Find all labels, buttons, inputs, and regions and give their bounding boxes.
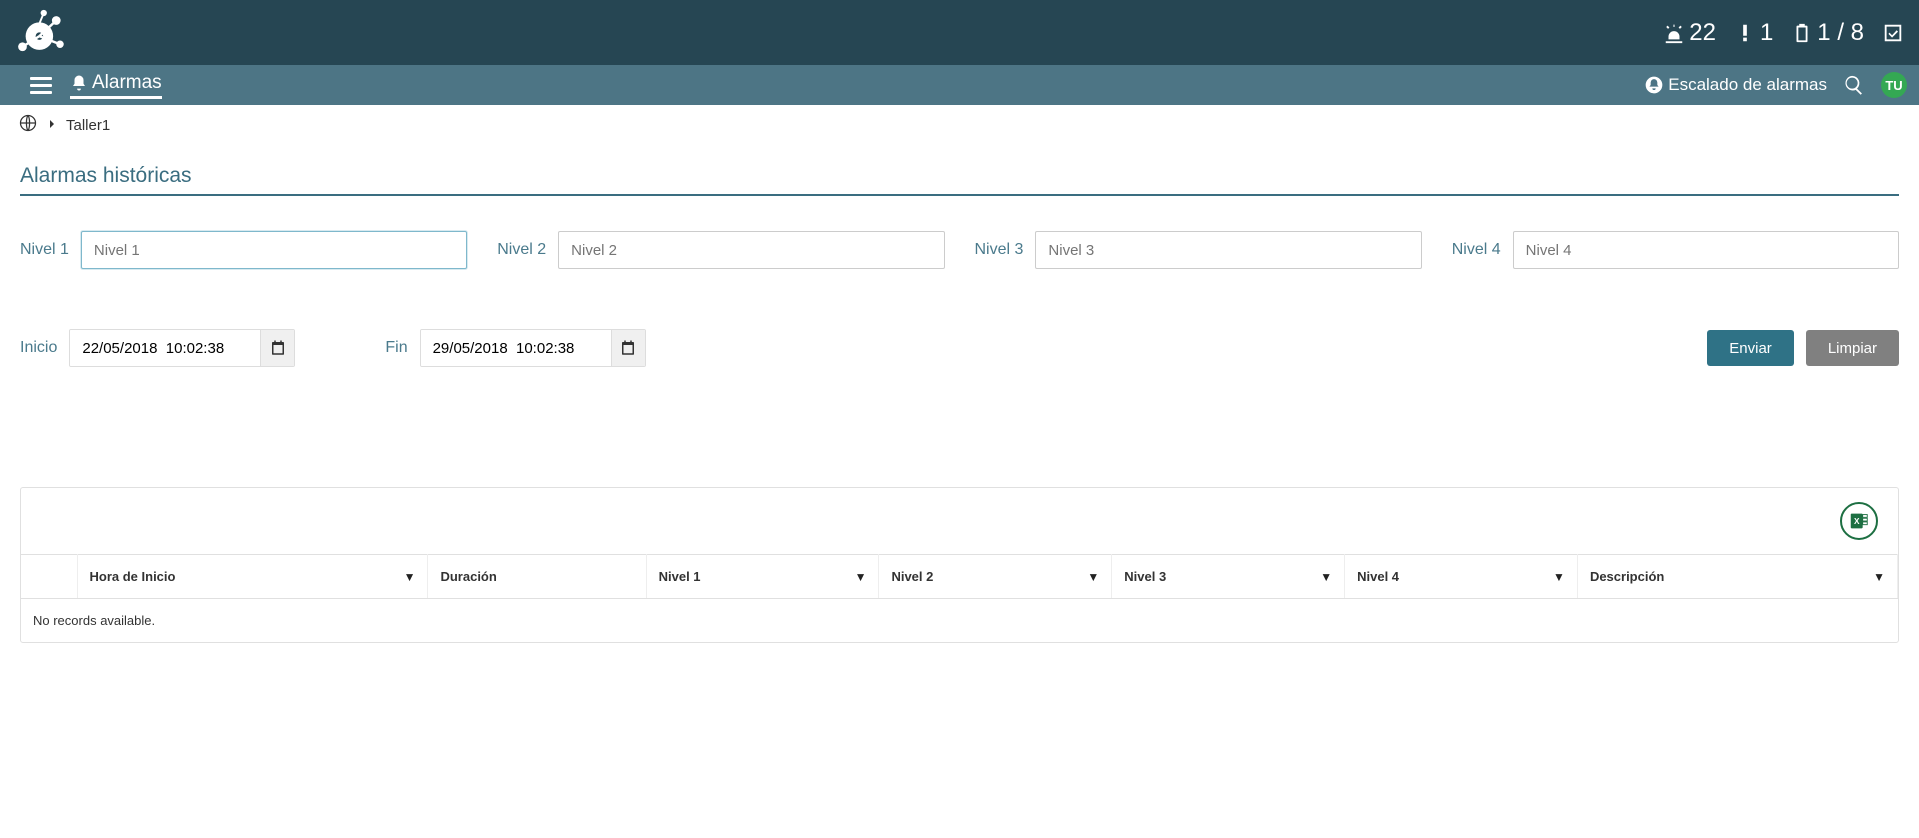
nivel2-label: Nivel 2 — [497, 241, 546, 259]
app-logo — [10, 8, 75, 58]
stat-check[interactable] — [1882, 22, 1904, 44]
bell-icon — [70, 74, 88, 92]
nivel1-input[interactable] — [81, 231, 467, 269]
inicio-calendar-button[interactable] — [260, 330, 294, 366]
filter-icon[interactable]: ▼ — [1873, 570, 1885, 584]
col-nivel3-label: Nivel 3 — [1124, 569, 1166, 584]
col-hora-inicio[interactable]: Hora de Inicio ▼ — [77, 555, 428, 599]
fin-label: Fin — [385, 339, 407, 357]
col-expand — [21, 555, 77, 599]
user-avatar[interactable]: TU — [1881, 72, 1907, 98]
calendar-icon — [619, 339, 637, 357]
battery-icon — [1791, 22, 1813, 44]
logo-icon — [10, 8, 75, 58]
col-nivel4[interactable]: Nivel 4 ▼ — [1345, 555, 1578, 599]
sub-header: Alarmas Escalado de alarmas TU — [0, 65, 1919, 105]
col-duracion[interactable]: Duración — [428, 555, 646, 599]
top-stats: 22 1 1 / 8 — [1663, 19, 1904, 47]
nivel2-input[interactable] — [558, 231, 944, 269]
fin-calendar-button[interactable] — [611, 330, 645, 366]
nivel3-label: Nivel 3 — [975, 241, 1024, 259]
nivel4-input[interactable] — [1513, 231, 1899, 269]
col-nivel4-label: Nivel 4 — [1357, 569, 1399, 584]
page-title-text: Alarmas — [92, 72, 162, 94]
enviar-button[interactable]: Enviar — [1707, 330, 1794, 366]
results-table: Hora de Inicio ▼ Duración Nivel 1 ▼ Nivel … — [21, 554, 1898, 642]
menu-button[interactable] — [30, 77, 52, 94]
date-filter-row: Inicio Fin Enviar Limpiar — [20, 329, 1899, 367]
checkbox-icon — [1882, 22, 1904, 44]
alarm-light-icon — [1663, 22, 1685, 44]
inicio-input[interactable] — [70, 330, 260, 366]
breadcrumb-location[interactable]: Taller1 — [66, 117, 110, 134]
exclamation-icon — [1734, 22, 1756, 44]
bell-circle-icon — [1644, 75, 1664, 95]
globe-icon[interactable] — [18, 113, 38, 138]
nivel4-label: Nivel 4 — [1452, 241, 1501, 259]
top-header: 22 1 1 / 8 — [0, 0, 1919, 65]
col-nivel3[interactable]: Nivel 3 ▼ — [1112, 555, 1345, 599]
filter-icon[interactable]: ▼ — [855, 570, 867, 584]
excel-icon: X — [1848, 510, 1870, 532]
inicio-label: Inicio — [20, 339, 57, 357]
col-hora-inicio-label: Hora de Inicio — [90, 569, 176, 584]
stat-battery[interactable]: 1 / 8 — [1791, 19, 1864, 47]
no-records-message: No records available. — [21, 599, 1898, 643]
stat-warn-value: 1 — [1760, 19, 1773, 47]
filter-icon[interactable]: ▼ — [1553, 570, 1565, 584]
page-title-tab[interactable]: Alarmas — [70, 72, 162, 99]
filter-icon[interactable]: ▼ — [404, 570, 416, 584]
fin-input[interactable] — [421, 330, 611, 366]
col-nivel2[interactable]: Nivel 2 ▼ — [879, 555, 1112, 599]
calendar-icon — [269, 339, 287, 357]
search-icon[interactable] — [1843, 74, 1865, 96]
col-descripcion[interactable]: Descripción ▼ — [1577, 555, 1897, 599]
col-nivel2-label: Nivel 2 — [891, 569, 933, 584]
avatar-initials: TU — [1885, 78, 1902, 93]
col-nivel1-label: Nivel 1 — [659, 569, 701, 584]
stat-alarm[interactable]: 22 — [1663, 19, 1716, 47]
stat-battery-value: 1 / 8 — [1817, 19, 1864, 47]
section-title: Alarmas históricas — [20, 164, 1899, 196]
stat-alarm-value: 22 — [1689, 19, 1716, 47]
export-excel-button[interactable]: X — [1840, 502, 1878, 540]
breadcrumb: Taller1 — [0, 105, 1919, 146]
svg-text:X: X — [1854, 517, 1860, 526]
col-nivel1[interactable]: Nivel 1 ▼ — [646, 555, 879, 599]
escalado-button[interactable]: Escalado de alarmas — [1644, 75, 1827, 95]
filter-icon[interactable]: ▼ — [1087, 570, 1099, 584]
content-area: Alarmas históricas Nivel 1 Nivel 2 Nivel… — [0, 146, 1919, 661]
nivel3-input[interactable] — [1035, 231, 1421, 269]
col-descripcion-label: Descripción — [1590, 569, 1664, 584]
stat-warn[interactable]: 1 — [1734, 19, 1773, 47]
chevron-right-icon — [46, 117, 58, 134]
limpiar-button[interactable]: Limpiar — [1806, 330, 1899, 366]
level-filter-row: Nivel 1 Nivel 2 Nivel 3 Nivel 4 — [20, 231, 1899, 269]
escalado-label: Escalado de alarmas — [1668, 75, 1827, 95]
results-table-wrap: X Hora de Inicio ▼ Duración — [20, 487, 1899, 643]
nivel1-label: Nivel 1 — [20, 241, 69, 259]
filter-icon[interactable]: ▼ — [1320, 570, 1332, 584]
col-duracion-label: Duración — [440, 569, 496, 584]
